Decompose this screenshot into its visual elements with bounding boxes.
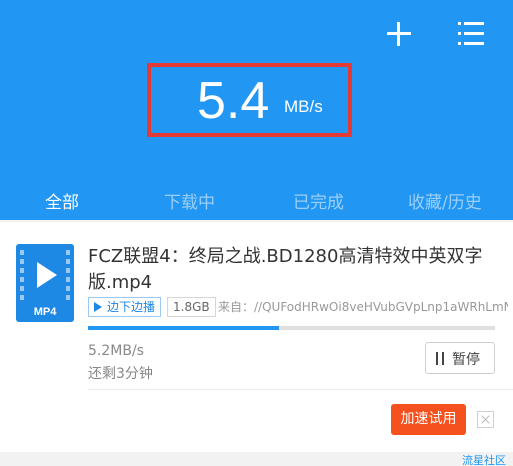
watermark: 流星社区 xyxy=(462,454,506,466)
close-icon[interactable] xyxy=(477,411,494,428)
pause-icon xyxy=(436,352,444,365)
speed-value: 5.4 xyxy=(197,72,270,130)
add-task-button[interactable] xyxy=(385,20,413,48)
file-type-label: MP4 xyxy=(33,306,57,318)
pause-label: 暂停 xyxy=(452,352,480,368)
app-header: 5.4 MB/s 全部 下载中 已完成 收藏/历史 xyxy=(0,0,513,220)
accelerate-trial-button[interactable]: 加速试用 xyxy=(391,404,466,435)
tab-completed[interactable]: 已完成 xyxy=(293,188,344,213)
time-remaining: 还剩3分钟 xyxy=(88,366,153,382)
progress-fill xyxy=(88,326,280,330)
tab-downloading[interactable]: 下载中 xyxy=(164,188,215,213)
download-task-item[interactable]: MP4 FCZ联盟4：终局之战.BD1280高清特效中英双字版.mp4 边下边播… xyxy=(0,222,513,452)
pause-button[interactable]: 暂停 xyxy=(425,342,495,374)
video-file-icon: MP4 xyxy=(16,244,74,322)
tab-favorites-history[interactable]: 收藏/历史 xyxy=(408,188,482,213)
task-title: FCZ联盟4：终局之战.BD1280高清特效中英双字版.mp4 xyxy=(88,246,483,293)
total-speed-display: 5.4 MB/s xyxy=(147,63,352,137)
menu-button[interactable] xyxy=(458,22,484,46)
list-icon xyxy=(458,22,484,25)
stream-while-download-tag[interactable]: 边下边播 xyxy=(88,297,162,317)
task-meta: 边下边播 1.8GB 来自：//QUFodHRwOi8veHVubGVpLnp1… xyxy=(88,297,508,317)
play-icon xyxy=(94,302,102,312)
download-rate: 5.2MB/s xyxy=(88,343,144,359)
play-icon xyxy=(37,262,57,288)
speed-unit: MB/s xyxy=(284,97,323,116)
download-progress-bar xyxy=(88,326,495,330)
tab-all[interactable]: 全部 xyxy=(45,188,79,213)
source-url: 来自：//QUFodHRwOi8veHVubGVpLnp1aWRhLmNvbS8… xyxy=(218,300,508,314)
tab-bar: 全部 下载中 已完成 收藏/历史 xyxy=(0,180,513,220)
divider xyxy=(88,389,513,390)
file-size-badge: 1.8GB xyxy=(167,297,216,317)
